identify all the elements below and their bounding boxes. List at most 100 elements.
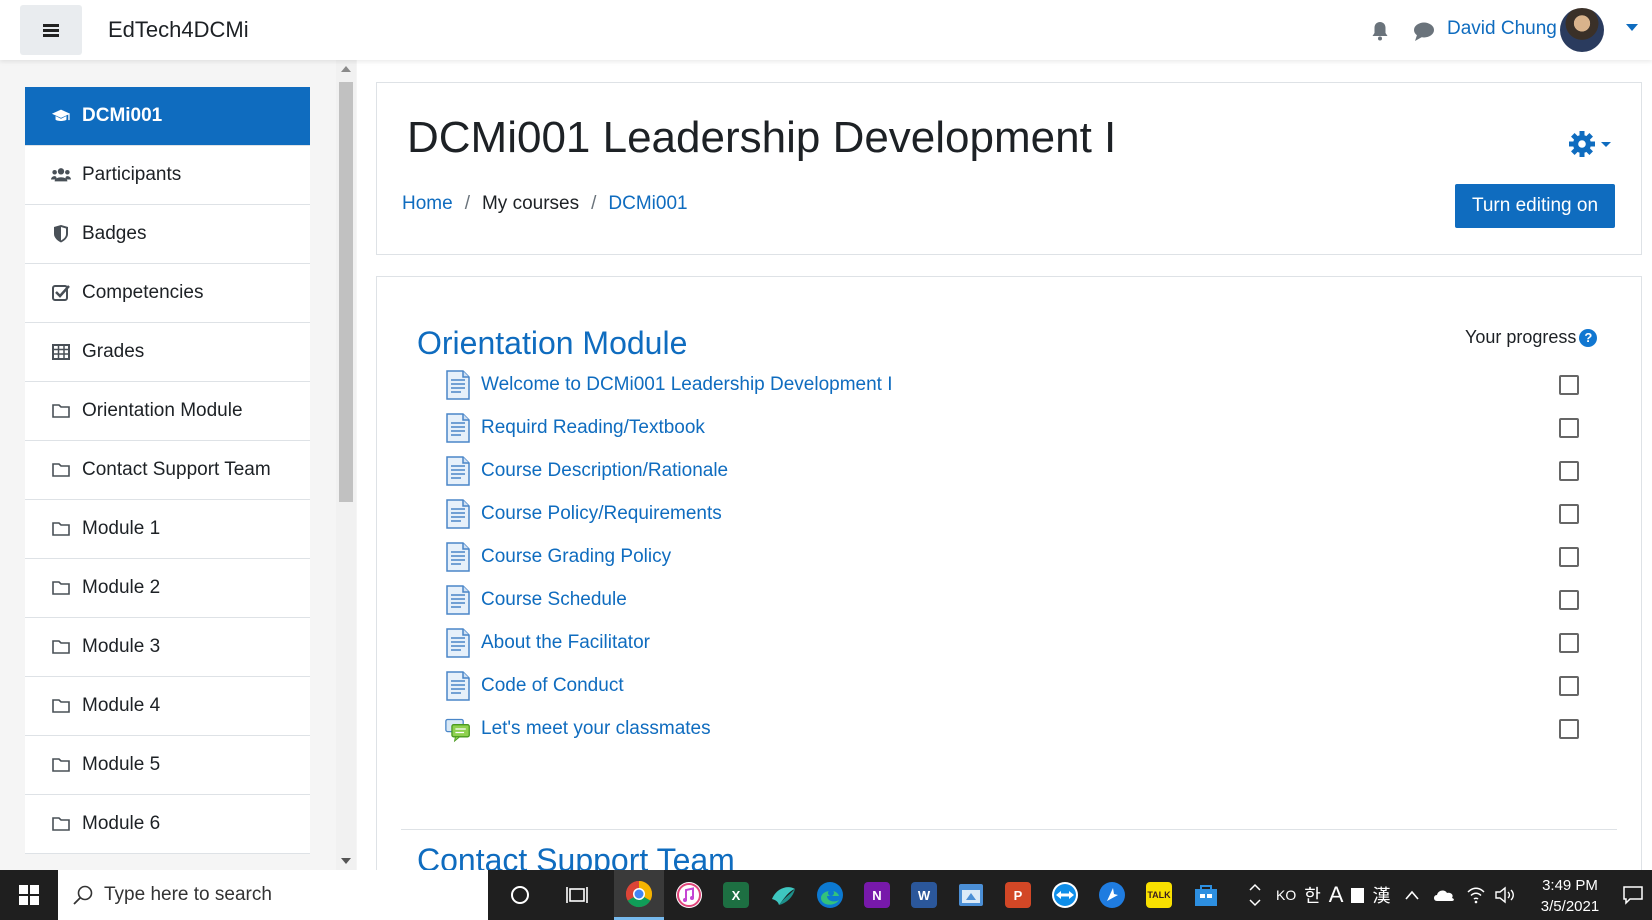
activity-link[interactable]: Course Policy/Requirements	[481, 503, 722, 525]
completion-checkbox[interactable]	[1559, 461, 1579, 481]
drawer-item-course[interactable]: DCMi001	[25, 87, 310, 146]
notification-center-icon[interactable]	[1622, 885, 1644, 905]
breadcrumb-home[interactable]: Home	[402, 193, 453, 215]
drawer-item-module-5[interactable]: Module 5	[25, 736, 310, 795]
avatar[interactable]	[1560, 8, 1604, 52]
site-brand[interactable]: EdTech4DCMi	[108, 17, 249, 43]
taskbar-app-excel[interactable]: X	[713, 870, 759, 920]
gear-icon[interactable]	[1567, 129, 1613, 159]
activity-link[interactable]: Let's meet your classmates	[481, 718, 711, 740]
menu-toggle-button[interactable]	[20, 5, 82, 55]
taskbar-search-box[interactable]: Type here to search	[58, 870, 488, 920]
task-view-button[interactable]	[497, 870, 543, 920]
completion-checkbox[interactable]	[1559, 676, 1579, 696]
drawer-item-badges[interactable]: Badges	[25, 205, 310, 264]
drawer-item-module-2[interactable]: Module 2	[25, 559, 310, 618]
chrome-icon	[625, 880, 653, 907]
taskbar-app-itunes[interactable]	[666, 870, 712, 920]
section-title-orientation-module[interactable]: Orientation Module	[417, 325, 687, 362]
taskbar-app-edge[interactable]	[807, 870, 853, 920]
taskbar-app-store[interactable]	[1183, 870, 1229, 920]
activity-link[interactable]: Course Grading Policy	[481, 546, 671, 568]
completion-checkbox[interactable]	[1559, 590, 1579, 610]
drawer-item-contact-support-team[interactable]: Contact Support Team	[25, 441, 310, 500]
ime-alpha-label[interactable]: A	[1329, 882, 1344, 908]
messages-chat-icon[interactable]	[1412, 20, 1436, 42]
store-bag-icon	[1195, 885, 1217, 906]
taskbar-app-arrow[interactable]	[1089, 870, 1135, 920]
hanja-label[interactable]: 漢	[1372, 882, 1390, 908]
drawer-item-module-1[interactable]: Module 1	[25, 500, 310, 559]
chevron-up-icon[interactable]	[1404, 889, 1420, 901]
taskbar-clock[interactable]: 3:49 PM 3/5/2021	[1530, 875, 1610, 917]
hamburger-icon	[43, 22, 59, 39]
completion-checkbox[interactable]	[1559, 418, 1579, 438]
user-menu-name[interactable]: David Chung	[1447, 18, 1557, 40]
completion-checkbox[interactable]	[1559, 375, 1579, 395]
completion-checkbox[interactable]	[1559, 719, 1579, 739]
scroll-down-arrow-icon[interactable]	[341, 858, 351, 864]
activity-item[interactable]: Course Schedule	[445, 582, 627, 618]
taskbar-app-word[interactable]: W	[901, 870, 947, 920]
speaker-icon[interactable]	[1494, 886, 1516, 904]
breadcrumb-course[interactable]: DCMi001	[608, 193, 687, 215]
drawer-item-module-4[interactable]: Module 4	[25, 677, 310, 736]
square-tray-icon[interactable]	[1351, 887, 1365, 903]
activity-item[interactable]: Let's meet your classmates	[445, 711, 711, 747]
drawer-item-participants[interactable]: Participants	[25, 146, 310, 205]
notifications-bell-icon[interactable]	[1368, 19, 1392, 43]
taskbar-app-chrome[interactable]	[614, 870, 664, 920]
activity-item[interactable]: Requird Reading/Textbook	[445, 410, 705, 446]
activity-item[interactable]: Course Policy/Requirements	[445, 496, 722, 532]
edge-icon	[817, 882, 843, 908]
shield-icon	[51, 224, 71, 244]
taskbar-app-kakaotalk[interactable]: TALK	[1136, 870, 1182, 920]
turn-editing-on-button[interactable]: Turn editing on	[1455, 184, 1615, 228]
section-divider	[401, 829, 1617, 830]
help-icon[interactable]: ?	[1579, 328, 1598, 347]
activity-item[interactable]: Course Description/Rationale	[445, 453, 728, 489]
activity-link[interactable]: Welcome to DCMi001 Leadership Developmen…	[481, 374, 893, 396]
scroll-up-arrow-icon[interactable]	[341, 66, 351, 72]
activity-item[interactable]: Code of Conduct	[445, 668, 624, 704]
input-language-label[interactable]: KO	[1276, 887, 1296, 903]
chevron-down-icon[interactable]	[1626, 24, 1638, 31]
taskbar-app-bird[interactable]	[760, 870, 806, 920]
activity-link[interactable]: Course Schedule	[481, 589, 627, 611]
taskbar-app-teamviewer[interactable]	[1042, 870, 1088, 920]
activity-link[interactable]: Course Description/Rationale	[481, 460, 728, 482]
activity-item[interactable]: Welcome to DCMi001 Leadership Developmen…	[445, 367, 893, 403]
drawer-item-competencies[interactable]: Competencies	[25, 264, 310, 323]
task-view-icon-button[interactable]	[555, 870, 601, 920]
check-square-icon	[51, 283, 71, 303]
ime-mode-label[interactable]: 한	[1304, 882, 1321, 908]
activity-item[interactable]: About the Facilitator	[445, 625, 650, 661]
cortana-circle-icon	[511, 886, 529, 904]
page-icon	[446, 499, 470, 529]
activity-item[interactable]: Course Grading Policy	[445, 539, 671, 575]
drawer-item-label: Grades	[82, 341, 145, 362]
drawer-item-orientation-module[interactable]: Orientation Module	[25, 382, 310, 441]
app-window-icon	[959, 884, 983, 906]
drawer-item-grades[interactable]: Grades	[25, 323, 310, 382]
completion-checkbox[interactable]	[1559, 547, 1579, 567]
page-icon	[446, 413, 470, 443]
completion-checkbox[interactable]	[1559, 633, 1579, 653]
activity-link[interactable]: Requird Reading/Textbook	[481, 417, 705, 439]
onedrive-cloud-icon[interactable]	[1432, 887, 1456, 903]
taskbar-app-window[interactable]	[948, 870, 994, 920]
tray-overflow-chevron-icon[interactable]	[1248, 880, 1262, 910]
search-icon	[73, 885, 93, 905]
drawer-item-module-3[interactable]: Module 3	[25, 618, 310, 677]
activity-link[interactable]: About the Facilitator	[481, 632, 650, 654]
taskbar-app-powerpoint[interactable]: P	[995, 870, 1041, 920]
scrollbar-thumb[interactable]	[339, 82, 353, 502]
activity-link[interactable]: Code of Conduct	[481, 675, 624, 697]
nav-drawer: DCMi001 Participants Badges Competencies…	[0, 60, 357, 870]
completion-checkbox[interactable]	[1559, 504, 1579, 524]
wifi-icon[interactable]	[1466, 886, 1486, 904]
drawer-item-module-6[interactable]: Module 6	[25, 795, 310, 854]
start-button[interactable]	[0, 870, 58, 920]
taskbar-app-onenote[interactable]: N	[854, 870, 900, 920]
drawer-scrollbar[interactable]	[336, 60, 356, 870]
